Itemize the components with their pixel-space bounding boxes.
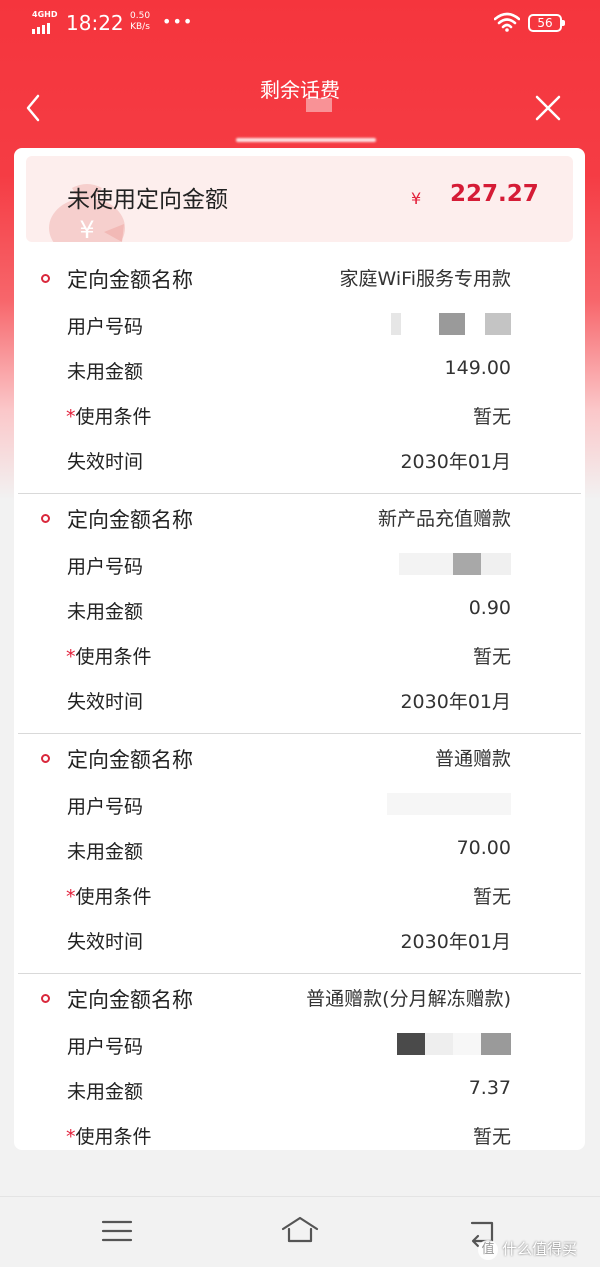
row-amount-name: 定向金额名称 新产品充值赠款 [14, 504, 585, 534]
unused-amount-label: 未用金额 [67, 841, 144, 863]
currency-symbol: ¥ [411, 189, 422, 208]
summary-label: 未使用定向金额 [67, 187, 228, 213]
network-type: 4GHD [32, 10, 58, 19]
row-user-number: 用户号码 [14, 792, 585, 822]
expiry-label: 失效时间 [67, 691, 144, 713]
directed-amount-item: 定向金额名称 新产品充值赠款 用户号码 未用金额 0.90 *使用条件 暂无 失… [14, 494, 585, 734]
user-number-redacted [397, 1032, 511, 1055]
row-amount-name: 定向金额名称 普通赠款(分月解冻赠款) [14, 984, 585, 1014]
usage-condition-value: 暂无 [472, 886, 511, 908]
usage-condition-label: 使用条件 [75, 886, 152, 908]
user-number-label: 用户号码 [67, 796, 144, 818]
network-speed: 0.50 KB/s [130, 11, 151, 32]
row-usage-condition: *使用条件 暂无 [14, 402, 585, 432]
row-user-number: 用户号码 [14, 1032, 585, 1062]
row-unused-amount: 未用金额 149.00 [14, 357, 585, 387]
watermark: 值什么值得买 [478, 1238, 577, 1260]
home-icon[interactable] [280, 1215, 320, 1245]
user-number-label: 用户号码 [67, 316, 144, 338]
row-unused-amount: 未用金额 0.90 [14, 597, 585, 627]
bullet-icon [41, 514, 50, 523]
name-value: 新产品充值赠款 [377, 508, 511, 530]
summary-amount: 227.27 [450, 181, 539, 207]
usage-condition-label: 使用条件 [75, 406, 152, 428]
watermark-text: 什么值得买 [502, 1240, 578, 1258]
unused-amount-label: 未用金额 [67, 601, 144, 623]
user-number-redacted [399, 552, 511, 575]
bullet-icon [41, 274, 50, 283]
bullet-icon [41, 754, 50, 763]
name-label: 定向金额名称 [67, 988, 193, 1012]
expiry-value: 2030年01月 [400, 931, 511, 953]
user-number-redacted [391, 312, 511, 335]
usage-condition-label: 使用条件 [75, 646, 152, 668]
user-number-redacted [387, 792, 511, 815]
header-glow [236, 138, 376, 142]
row-unused-amount: 未用金额 70.00 [14, 837, 585, 867]
usage-condition-value: 暂无 [472, 406, 511, 428]
menu-icon[interactable] [101, 1219, 133, 1243]
svg-text:¥: ¥ [79, 216, 94, 242]
usage-condition-value: 暂无 [472, 646, 511, 668]
user-number-label: 用户号码 [67, 1036, 144, 1058]
name-label: 定向金额名称 [67, 268, 193, 292]
battery-icon: 56 [528, 14, 565, 32]
status-bar: 4GHD 18:22 0.50 KB/s ••• 56 [0, 0, 600, 48]
more-notifications-icon: ••• [162, 12, 194, 31]
unused-amount-value: 0.90 [468, 597, 511, 619]
redacted-mark [306, 98, 332, 112]
name-label: 定向金额名称 [67, 748, 193, 772]
page-title: 剩余话费 [260, 78, 340, 102]
watermark-logo-icon: 值 [478, 1239, 498, 1260]
name-value: 普通赠款 [434, 748, 511, 770]
row-expiry: 失效时间 2030年01月 [14, 687, 585, 717]
summary-banner: ¥ 未使用定向金额 ¥ 227.27 [26, 156, 573, 242]
name-label: 定向金额名称 [67, 508, 193, 532]
wifi-icon [494, 12, 520, 32]
required-star: * [66, 1126, 76, 1148]
row-expiry: 失效时间 2030年01月 [14, 927, 585, 957]
expiry-label: 失效时间 [67, 931, 144, 953]
directed-amount-item: 定向金额名称 普通赠款(分月解冻赠款) 用户号码 未用金额 7.37 *使用条件… [14, 974, 585, 1150]
row-amount-name: 定向金额名称 普通赠款 [14, 744, 585, 774]
directed-amount-item: 定向金额名称 普通赠款 用户号码 未用金额 70.00 *使用条件 暂无 失效时… [14, 734, 585, 974]
required-star: * [66, 886, 76, 908]
required-star: * [66, 406, 76, 428]
row-usage-condition: *使用条件 暂无 [14, 642, 585, 672]
row-user-number: 用户号码 [14, 312, 585, 342]
user-number-label: 用户号码 [67, 556, 144, 578]
row-user-number: 用户号码 [14, 552, 585, 582]
row-amount-name: 定向金额名称 家庭WiFi服务专用款 [14, 264, 585, 294]
expiry-value: 2030年01月 [400, 451, 511, 473]
directed-amount-item: 定向金额名称 家庭WiFi服务专用款 用户号码 未用金额 149.00 *使用条… [14, 254, 585, 494]
directed-balance-card: ¥ 未使用定向金额 ¥ 227.27 定向金额名称 家庭WiFi服务专用款 用户… [14, 148, 585, 1150]
unused-amount-label: 未用金额 [67, 1081, 144, 1103]
usage-condition-value: 暂无 [472, 1126, 511, 1148]
bullet-icon [41, 994, 50, 1003]
required-star: * [66, 646, 76, 668]
row-expiry: 失效时间 2030年01月 [14, 447, 585, 477]
name-value: 普通赠款(分月解冻赠款) [306, 988, 511, 1010]
signal-icon: 4GHD [32, 10, 60, 34]
unused-amount-value: 149.00 [444, 357, 511, 379]
row-unused-amount: 未用金额 7.37 [14, 1077, 585, 1107]
unused-amount-label: 未用金额 [67, 361, 144, 383]
close-button[interactable] [534, 94, 562, 122]
row-usage-condition: *使用条件 暂无 [14, 1122, 585, 1150]
expiry-value: 2030年01月 [400, 691, 511, 713]
usage-condition-label: 使用条件 [75, 1126, 152, 1148]
status-time: 18:22 [66, 11, 124, 35]
unused-amount-value: 7.37 [468, 1077, 511, 1099]
unused-amount-value: 70.00 [456, 837, 511, 859]
expiry-label: 失效时间 [67, 451, 144, 473]
name-value: 家庭WiFi服务专用款 [339, 268, 511, 290]
row-usage-condition: *使用条件 暂无 [14, 882, 585, 912]
